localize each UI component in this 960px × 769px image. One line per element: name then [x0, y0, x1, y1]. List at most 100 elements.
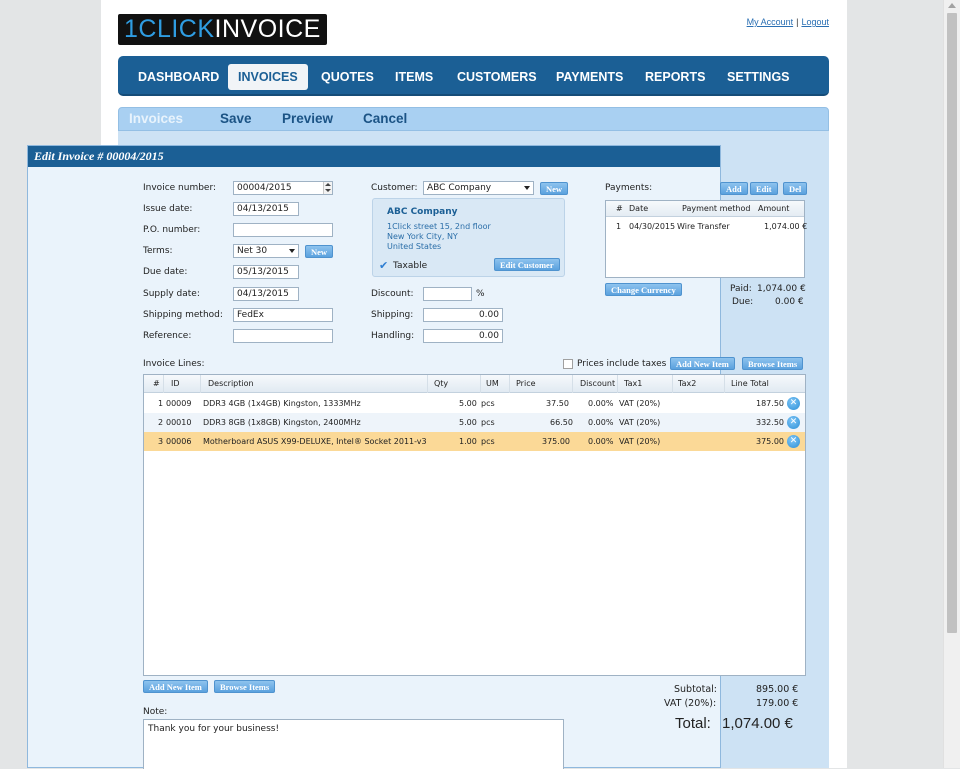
new-customer-button[interactable]: New	[540, 182, 569, 195]
payments-label: Payments:	[605, 183, 653, 193]
nav-customers[interactable]: CUSTOMERS	[447, 64, 547, 90]
prices-include-taxes-label: Prices include taxes	[577, 359, 667, 369]
invoice-number-field[interactable]: 00004/2015	[233, 181, 333, 195]
row-discount: 0.00%	[588, 399, 614, 408]
customer-name: ABC Company	[387, 207, 458, 217]
nav-dashboard[interactable]: DASHBOARD	[128, 64, 229, 90]
note-textarea[interactable]: Thank you for your business!	[143, 719, 564, 769]
add-new-item-button-bottom[interactable]: Add New Item	[143, 680, 208, 693]
row-um: pcs	[481, 437, 495, 446]
shipping-method-field[interactable]: FedEx	[233, 308, 333, 322]
col-price: Price	[516, 379, 536, 388]
row-description: DDR3 8GB (1x8GB) Kingston, 2400MHz	[203, 418, 361, 427]
nav-quotes[interactable]: QUOTES	[311, 64, 384, 90]
discount-field[interactable]	[423, 287, 472, 301]
col-um: UM	[486, 379, 499, 388]
terms-select[interactable]: Net 30	[233, 244, 299, 258]
row-discount: 0.00%	[588, 418, 614, 427]
action-toolbar: Invoices Save Preview Cancel	[118, 107, 829, 131]
handling-field[interactable]: 0.00	[423, 329, 503, 343]
row-description: Motherboard ASUS X99-DELUXE, Intel® Sock…	[203, 437, 427, 446]
change-currency-button[interactable]: Change Currency	[605, 283, 682, 296]
remove-line-icon[interactable]: ✕	[787, 416, 800, 429]
row-qty: 1.00	[459, 437, 477, 446]
due-value: 0.00 €	[775, 297, 804, 307]
nav-payments[interactable]: PAYMENTS	[546, 64, 633, 90]
row-tax1: VAT (20%)	[619, 418, 661, 427]
subtotal-value: 895.00 €	[756, 684, 799, 695]
invoice-lines-label: Invoice Lines:	[143, 359, 205, 369]
po-number-field[interactable]	[233, 223, 333, 237]
row-description: DDR3 4GB (1x4GB) Kingston, 1333MHz	[203, 399, 361, 408]
row-id: 00010	[166, 418, 192, 427]
row-um: pcs	[481, 418, 495, 427]
col-number: #	[153, 379, 160, 388]
page-scrollbar[interactable]	[943, 0, 960, 768]
col-id: ID	[171, 379, 180, 388]
nav-reports[interactable]: REPORTS	[635, 64, 715, 90]
table-row[interactable]: 2 00010 DDR3 8GB (1x8GB) Kingston, 2400M…	[144, 413, 805, 432]
due-label: Due:	[732, 297, 754, 307]
issue-date-field[interactable]: 04/13/2015	[233, 202, 299, 216]
payment-date[interactable]: 04/30/2015	[629, 222, 675, 231]
vat-value: 179.00 €	[756, 698, 799, 709]
payments-col-number: #	[616, 204, 623, 213]
browse-items-button[interactable]: Browse Items	[742, 357, 804, 370]
new-terms-button[interactable]: New	[305, 245, 334, 258]
my-account-link[interactable]: My Account	[747, 17, 794, 27]
add-new-item-button[interactable]: Add New Item	[670, 357, 735, 370]
taxable-checkbox[interactable]: ✔	[379, 260, 388, 271]
save-button[interactable]: Save	[220, 111, 252, 126]
toolbar-invoices[interactable]: Invoices	[129, 111, 183, 126]
edit-payment-button[interactable]: Edit	[750, 182, 778, 195]
nav-items[interactable]: ITEMS	[385, 64, 443, 90]
table-row[interactable]: 3 00006 Motherboard ASUS X99-DELUXE, Int…	[144, 432, 805, 451]
payments-table: # Date Payment method Amount 1 04/30/201…	[605, 200, 807, 278]
row-qty: 5.00	[459, 418, 477, 427]
app-logo: 1CLICKINVOICE	[118, 14, 327, 45]
remove-line-icon[interactable]: ✕	[787, 397, 800, 410]
shipping-field[interactable]: 0.00	[423, 308, 503, 322]
table-row[interactable]: 1 00009 DDR3 4GB (1x4GB) Kingston, 1333M…	[144, 394, 805, 413]
nav-invoices[interactable]: INVOICES	[228, 64, 308, 90]
spinner-icon[interactable]	[323, 182, 332, 194]
row-price: 66.50	[550, 418, 573, 427]
customer-select[interactable]: ABC Company	[423, 181, 534, 195]
row-um: pcs	[481, 399, 495, 408]
delete-payment-button[interactable]: Del	[783, 182, 808, 195]
supply-date-field[interactable]: 04/13/2015	[233, 287, 299, 301]
add-payment-button[interactable]: Add	[720, 182, 748, 195]
total-label: Total:	[675, 715, 711, 732]
payments-table-header: # Date Payment method Amount	[606, 201, 804, 217]
scrollbar-thumb[interactable]	[947, 13, 957, 633]
paid-label: Paid:	[730, 284, 752, 294]
customer-address-line: United States	[387, 242, 442, 251]
discount-label: Discount:	[371, 289, 414, 299]
col-description: Description	[208, 379, 254, 388]
payment-amount[interactable]: 1,074.00 €	[764, 222, 807, 231]
logout-link[interactable]: Logout	[801, 17, 829, 27]
customer-info-box: ABC Company 1Click street 15, 2nd floor …	[372, 198, 565, 277]
due-date-field[interactable]: 05/13/2015	[233, 265, 299, 279]
customer-select-value: ABC Company	[427, 183, 492, 193]
shipping-method-label: Shipping method:	[143, 310, 223, 320]
scroll-up-arrow-icon[interactable]	[948, 3, 956, 8]
cancel-button[interactable]: Cancel	[363, 111, 407, 126]
note-text: Thank you for your business!	[148, 724, 280, 734]
panel-title: Edit Invoice # 00004/2015	[28, 146, 720, 167]
reference-field[interactable]	[233, 329, 333, 343]
dropdown-arrow-icon	[289, 249, 295, 253]
terms-label: Terms:	[143, 246, 173, 256]
customer-address-line: 1Click street 15, 2nd floor	[387, 222, 491, 231]
row-tax1: VAT (20%)	[619, 399, 661, 408]
preview-button[interactable]: Preview	[282, 111, 333, 126]
invoice-lines-table: # ID Description Qty UM Price Discount T…	[143, 374, 806, 676]
browse-items-button-bottom[interactable]: Browse Items	[214, 680, 276, 693]
payment-method[interactable]: Wire Transfer	[677, 222, 730, 231]
row-line-total: 332.50	[756, 418, 784, 427]
prices-include-taxes-checkbox[interactable]	[563, 359, 573, 369]
nav-settings[interactable]: SETTINGS	[717, 64, 800, 90]
remove-line-icon[interactable]: ✕	[787, 435, 800, 448]
customer-label: Customer:	[371, 183, 418, 193]
edit-customer-button[interactable]: Edit Customer	[494, 258, 560, 271]
